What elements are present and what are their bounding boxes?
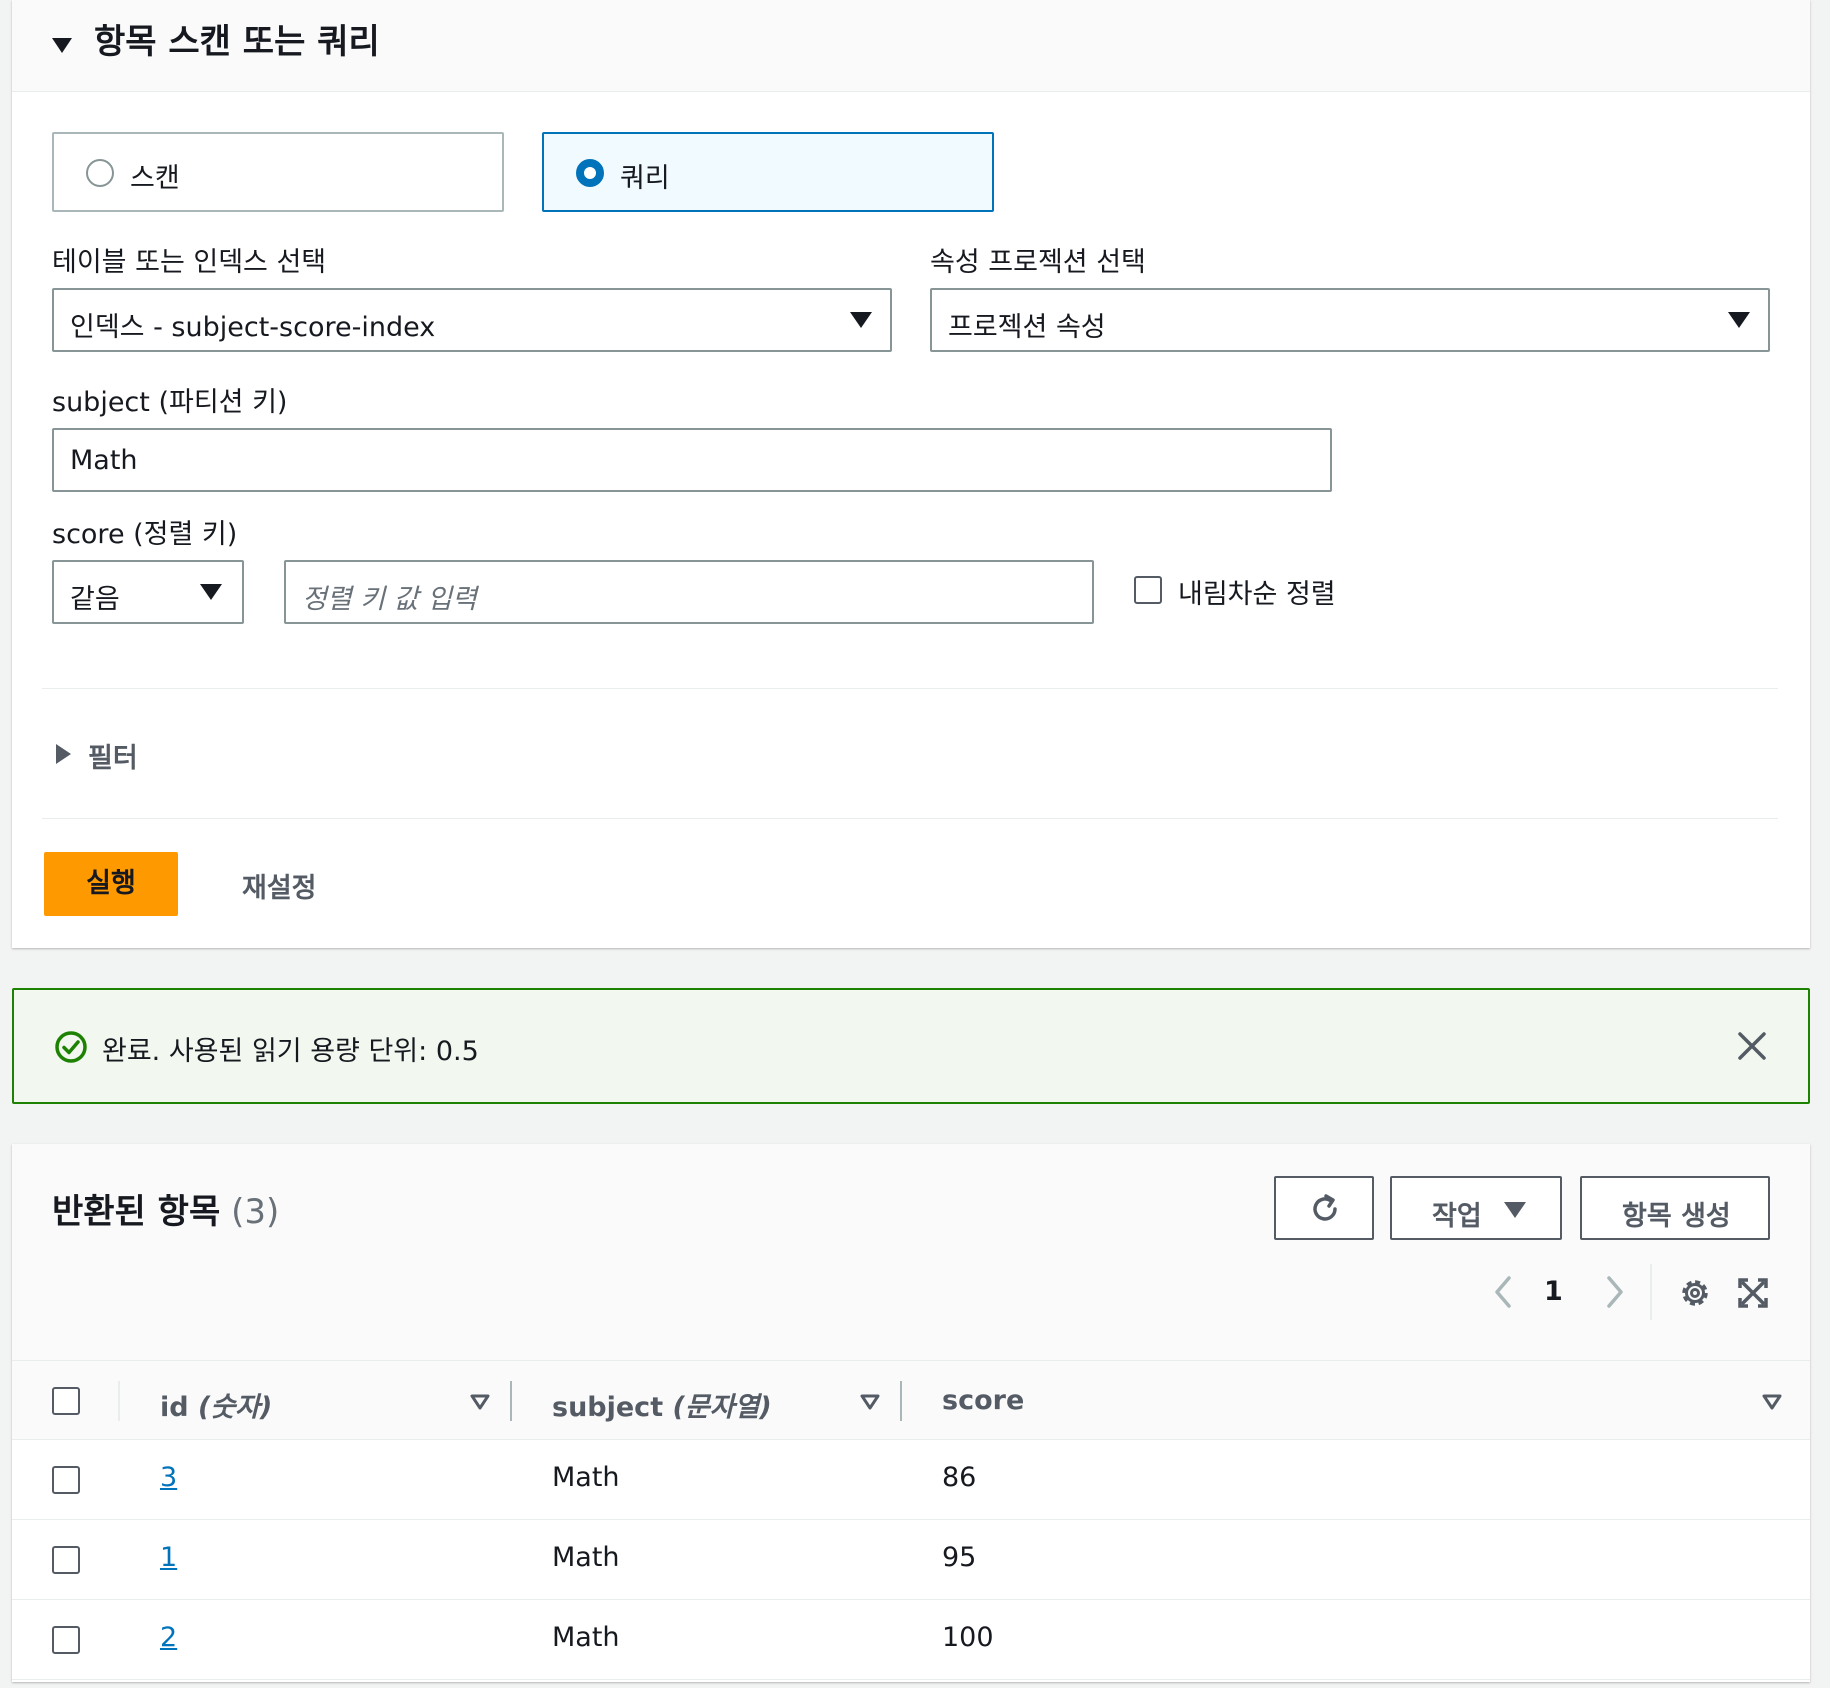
column-name: id xyxy=(160,1392,189,1423)
query-option[interactable]: 쿼리 xyxy=(542,132,994,212)
sort-key-placeholder: 정렬 키 값 입력 xyxy=(302,584,477,615)
column-name: subject xyxy=(552,1392,664,1423)
table-row[interactable]: 1 Math 95 xyxy=(12,1520,1810,1600)
score-cell: 86 xyxy=(942,1462,977,1493)
sort-key-input[interactable]: 정렬 키 값 입력 xyxy=(284,560,1094,624)
actions-button[interactable]: 작업 xyxy=(1390,1176,1562,1240)
column-separator xyxy=(118,1381,120,1421)
results-title-wrap: 반환된 항목 (3) xyxy=(52,1184,279,1233)
query-option-label: 쿼리 xyxy=(620,163,670,194)
column-header-subject[interactable]: subject (문자열) xyxy=(552,1385,772,1424)
create-item-label: 항목 생성 xyxy=(1622,1201,1731,1232)
success-flash: 완료. 사용된 읽기 용량 단위: 0.5 xyxy=(12,988,1810,1104)
score-cell: 100 xyxy=(942,1622,994,1653)
scan-option-label: 스캔 xyxy=(130,163,180,194)
create-item-button[interactable]: 항목 생성 xyxy=(1580,1176,1770,1240)
partition-key-value: Math xyxy=(70,445,138,476)
column-separator[interactable] xyxy=(900,1381,902,1421)
refresh-icon xyxy=(1313,1194,1337,1221)
sort-icon[interactable] xyxy=(1762,1394,1782,1410)
subject-cell: Math xyxy=(552,1622,620,1653)
run-button[interactable]: 실행 xyxy=(44,852,178,916)
column-type: (문자열) xyxy=(672,1392,772,1423)
subject-cell: Math xyxy=(552,1542,620,1573)
projection-select[interactable]: 프로젝션 속성 xyxy=(930,288,1770,352)
refresh-button[interactable] xyxy=(1274,1176,1374,1240)
sort-icon[interactable] xyxy=(860,1394,880,1410)
dropdown-arrow-icon xyxy=(850,312,872,328)
item-id-link[interactable]: 3 xyxy=(160,1462,177,1493)
dropdown-arrow-icon xyxy=(200,584,222,600)
partition-key-input[interactable]: Math xyxy=(52,428,1332,492)
projection-select-label: 속성 프로젝션 선택 xyxy=(930,247,1146,278)
sort-icon[interactable] xyxy=(470,1394,490,1410)
radio-scan-icon[interactable] xyxy=(86,159,114,187)
fullscreen-icon[interactable] xyxy=(1736,1276,1770,1310)
score-cell: 95 xyxy=(942,1542,977,1573)
divider xyxy=(42,688,1778,689)
pager-divider xyxy=(1650,1264,1652,1320)
row-checkbox[interactable] xyxy=(52,1546,80,1574)
table-header: id (숫자) subject (문자열) score xyxy=(12,1360,1810,1440)
column-type: (숫자) xyxy=(198,1392,273,1423)
descending-label: 내림차순 정렬 xyxy=(1178,579,1336,610)
dropdown-arrow-icon xyxy=(1728,312,1750,328)
gear-icon[interactable] xyxy=(1678,1276,1712,1310)
subject-cell: Math xyxy=(552,1462,620,1493)
panel-header[interactable]: 항목 스캔 또는 쿼리 xyxy=(12,0,1810,92)
table-select-label: 테이블 또는 인덱스 선택 xyxy=(52,247,327,278)
panel-title: 항목 스캔 또는 쿼리 xyxy=(94,22,380,62)
close-icon[interactable] xyxy=(1736,1030,1768,1062)
partition-key-label: subject (파티션 키) xyxy=(52,387,288,418)
table-row[interactable]: 2 Math 100 xyxy=(12,1600,1810,1680)
descending-checkbox[interactable] xyxy=(1134,576,1162,604)
page-number[interactable]: 1 xyxy=(1544,1276,1563,1307)
results-header: 반환된 항목 (3) 작업 항목 생성 1 xyxy=(12,1144,1810,1360)
table-select-value: 인덱스 - subject-score-index xyxy=(70,312,436,343)
row-checkbox[interactable] xyxy=(52,1466,80,1494)
table-select[interactable]: 인덱스 - subject-score-index xyxy=(52,288,892,352)
column-header-score[interactable]: score xyxy=(942,1385,1024,1416)
column-name: score xyxy=(942,1385,1025,1416)
item-id-link[interactable]: 2 xyxy=(160,1622,177,1653)
success-check-icon xyxy=(55,1031,87,1063)
scan-option[interactable]: 스캔 xyxy=(52,132,504,212)
filter-toggle[interactable]: 필터 xyxy=(88,736,138,775)
sort-operator-value: 같음 xyxy=(70,584,120,615)
scan-query-panel: 항목 스캔 또는 쿼리 스캔 쿼리 테이블 또는 인덱스 선택 인덱스 - su… xyxy=(12,0,1810,948)
reset-button[interactable]: 재설정 xyxy=(242,866,317,905)
radio-query-icon[interactable] xyxy=(576,159,604,187)
dropdown-arrow-icon xyxy=(1504,1202,1526,1218)
sort-operator-select[interactable]: 같음 xyxy=(52,560,244,624)
item-id-link[interactable]: 1 xyxy=(160,1542,177,1573)
column-header-id[interactable]: id (숫자) xyxy=(160,1385,272,1424)
results-count: (3) xyxy=(231,1192,280,1232)
caret-right-icon[interactable] xyxy=(56,744,71,764)
select-all-checkbox[interactable] xyxy=(52,1387,80,1415)
divider xyxy=(42,818,1778,819)
caret-down-icon[interactable] xyxy=(52,38,72,53)
row-checkbox[interactable] xyxy=(52,1626,80,1654)
sort-key-label: score (정렬 키) xyxy=(52,519,238,550)
chevron-left-icon[interactable] xyxy=(1492,1274,1514,1310)
results-title: 반환된 항목 xyxy=(52,1192,221,1232)
column-separator[interactable] xyxy=(510,1381,512,1421)
actions-label: 작업 xyxy=(1432,1201,1482,1232)
flash-message: 완료. 사용된 읽기 용량 단위: 0.5 xyxy=(102,1036,479,1067)
projection-select-value: 프로젝션 속성 xyxy=(948,312,1106,343)
table-row[interactable]: 3 Math 86 xyxy=(12,1440,1810,1520)
results-panel: 반환된 항목 (3) 작업 항목 생성 1 id (숫자) subject (문… xyxy=(12,1144,1810,1682)
chevron-right-icon[interactable] xyxy=(1604,1274,1626,1310)
